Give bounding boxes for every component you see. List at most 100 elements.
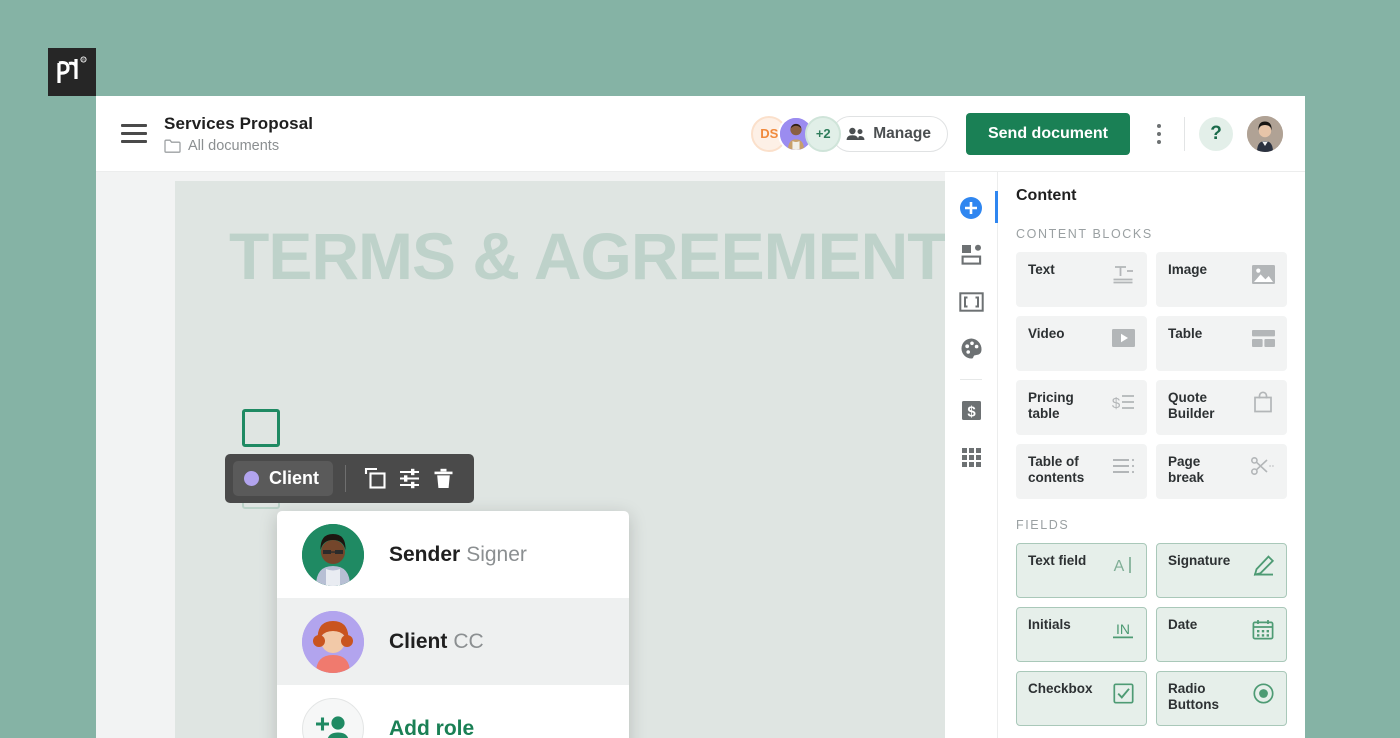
top-bar-actions: DS +2 Manage Send document ? (751, 112, 1283, 155)
rail-item-layout[interactable] (945, 231, 997, 278)
variable-field-icon (958, 291, 984, 312)
role-menu-label: Client CC (389, 630, 484, 654)
card-label: Initials (1028, 617, 1071, 632)
svg-text:A: A (1114, 558, 1125, 575)
checkbox-field-selected[interactable] (242, 409, 280, 447)
rail-item-theme[interactable] (945, 325, 997, 372)
shopping-bag-icon (1251, 390, 1275, 414)
apps-grid-icon (961, 448, 981, 467)
content-block-page-break[interactable]: Page break (1156, 444, 1287, 499)
video-play-icon (1111, 326, 1135, 350)
card-label: Text field (1028, 553, 1087, 568)
trash-glyph-icon (434, 468, 453, 488)
card-label: Date (1168, 617, 1198, 632)
content-block-pricing-table[interactable]: Pricing table $ (1016, 380, 1147, 435)
layout-blocks-icon (961, 244, 981, 265)
document-canvas[interactable]: TERMS & AGREEMENT Client Sender Signer C… (96, 172, 945, 738)
card-label: Page break (1168, 454, 1205, 485)
image-icon (1251, 262, 1275, 286)
content-block-table[interactable]: Table (1156, 316, 1287, 371)
field-radio-buttons[interactable]: Radio Buttons (1156, 671, 1287, 726)
breadcrumb-label: All documents (188, 137, 280, 154)
send-document-button[interactable]: Send document (965, 112, 1130, 155)
rail-item-variable[interactable] (945, 278, 997, 325)
content-block-text[interactable]: Text (1016, 252, 1147, 307)
top-bar: Services Proposal All documents DS +2 Ma… (96, 96, 1305, 172)
document-titles: Services Proposal All documents (164, 114, 313, 154)
content-block-table-of-contents[interactable]: Table of contents (1016, 444, 1147, 499)
folder-icon (164, 139, 181, 153)
svg-text:$: $ (1112, 395, 1121, 412)
content-block-image[interactable]: Image (1156, 252, 1287, 307)
role-menu-item-client[interactable]: Client CC (277, 598, 629, 685)
panel-title: Content (1016, 187, 1077, 204)
avatar-overflow-count[interactable]: +2 (805, 115, 842, 152)
card-label: Table of contents (1028, 454, 1085, 485)
toolbar-divider (1184, 116, 1185, 151)
breadcrumb[interactable]: All documents (164, 138, 313, 154)
rail-item-apps[interactable] (945, 434, 997, 481)
duplicate-icon[interactable] (358, 462, 392, 496)
toolbar-separator (345, 465, 347, 492)
user-avatar-icon (1247, 115, 1283, 152)
field-initials[interactable]: Initials IN (1016, 607, 1147, 662)
table-icon (1251, 326, 1275, 350)
hamburger-menu-icon[interactable] (121, 124, 147, 143)
pd-wordmark-icon: R (57, 56, 87, 83)
content-block-video[interactable]: Video (1016, 316, 1147, 371)
card-label: Pricing table (1028, 390, 1074, 421)
initials-icon: IN (1111, 617, 1135, 641)
pricing-list-icon: $ (1111, 390, 1135, 414)
card-label: Signature (1168, 553, 1231, 568)
field-role-toolbar: Client (225, 454, 475, 503)
card-label: Quote Builder (1168, 390, 1215, 421)
role-name: Sender (389, 542, 461, 566)
page-title: Services Proposal (164, 113, 314, 133)
card-label: Radio Buttons (1168, 681, 1219, 712)
add-person-icon (302, 697, 364, 738)
signature-pen-icon (1251, 553, 1275, 577)
app-window: Services Proposal All documents DS +2 Ma… (96, 96, 1305, 738)
fields-section-label: FIELDS (1016, 518, 1070, 532)
add-circle-icon (960, 196, 982, 219)
svg-text:IN: IN (1116, 621, 1130, 637)
toc-icon (1111, 454, 1135, 478)
role-menu-label: Sender Signer (389, 543, 527, 567)
add-person-glyph-icon (316, 715, 349, 738)
field-signature[interactable]: Signature (1156, 543, 1287, 598)
checkbox-icon (1111, 681, 1135, 705)
help-icon[interactable]: ? (1199, 116, 1233, 151)
duplicate-glyph-icon (364, 467, 386, 489)
tool-rail: $ (945, 172, 998, 738)
people-icon (846, 127, 865, 140)
settings-sliders-icon[interactable] (392, 462, 426, 496)
rail-item-add[interactable] (945, 184, 998, 231)
content-panel: Content CONTENT BLOCKS Text Image Video … (997, 172, 1305, 738)
card-label: Image (1168, 262, 1208, 277)
manage-button[interactable]: Manage (832, 115, 948, 152)
avatar-stack[interactable]: DS +2 (751, 115, 842, 152)
more-vertical-icon[interactable] (1148, 119, 1170, 149)
role-menu-item-add-role[interactable]: Add role (277, 685, 629, 738)
content-block-quote-builder[interactable]: Quote Builder (1156, 380, 1287, 435)
scissors-icon (1251, 454, 1275, 478)
role-selector-chip[interactable]: Client (233, 461, 334, 496)
card-label: Checkbox (1028, 681, 1093, 696)
fields-grid: Text field A Signature Initials IN Date … (1016, 543, 1287, 726)
avatar[interactable] (1247, 115, 1283, 152)
avatar (302, 523, 364, 586)
pandadoc-logo: R (48, 48, 96, 96)
role-menu-item-sender[interactable]: Sender Signer (277, 511, 629, 598)
field-checkbox[interactable]: Checkbox (1016, 671, 1147, 726)
field-date[interactable]: Date (1156, 607, 1287, 662)
calendar-icon (1251, 617, 1275, 641)
add-role-label: Add role (389, 716, 475, 738)
role-name: Client (389, 629, 448, 653)
content-blocks-section-label: CONTENT BLOCKS (1016, 227, 1153, 241)
rail-item-pricing[interactable]: $ (945, 387, 997, 434)
trash-icon[interactable] (426, 462, 460, 496)
card-label: Video (1028, 326, 1065, 341)
role-type: CC (453, 629, 484, 653)
role-color-dot (244, 471, 259, 486)
field-text-field[interactable]: Text field A (1016, 543, 1147, 598)
